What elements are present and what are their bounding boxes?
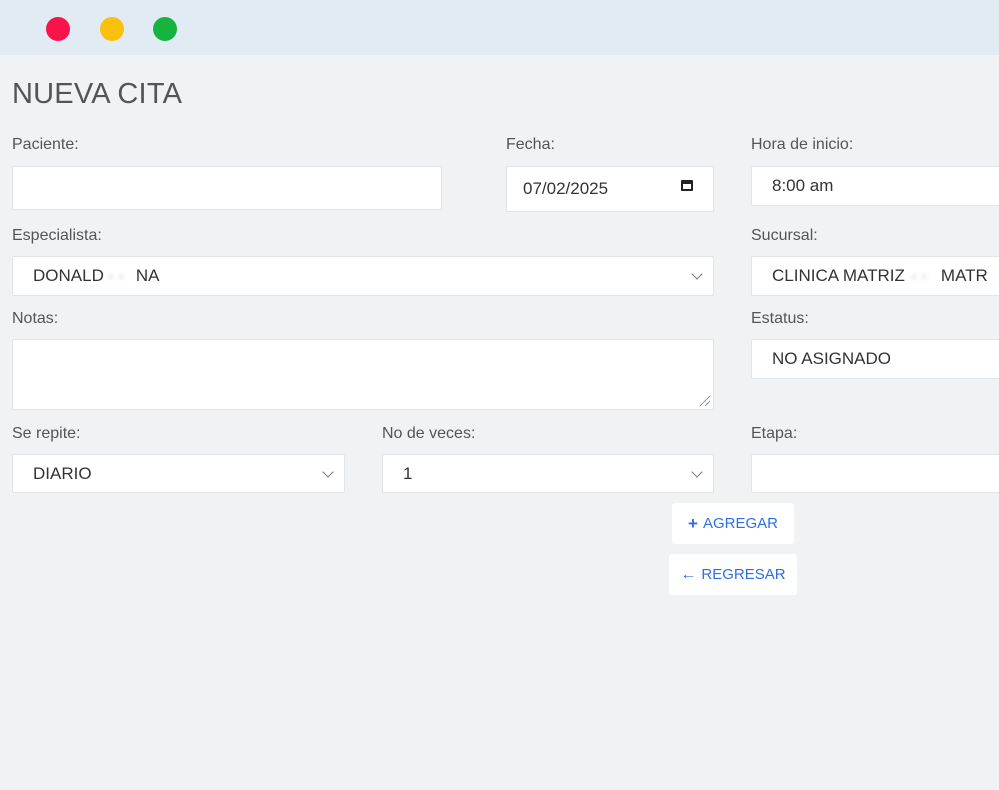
page-title: NUEVA CITA (12, 78, 183, 110)
minimize-window-button[interactable] (100, 17, 124, 41)
calendar-icon[interactable] (681, 180, 693, 191)
agregar-button[interactable]: + AGREGAR (672, 503, 794, 544)
fecha-date-input[interactable]: 07/02/2025 (506, 166, 714, 212)
sucursal-value: CLINICA MATRIZ · · MATR (772, 266, 988, 285)
paciente-input[interactable] (12, 166, 442, 210)
notas-label: Notas: (12, 310, 59, 327)
especialista-label: Especialista: (12, 227, 102, 244)
se-repite-select[interactable]: DIARIO (12, 454, 345, 493)
fecha-value: 07/02/2025 (523, 179, 609, 198)
hora-inicio-select[interactable]: 8:00 am (751, 166, 999, 206)
estatus-value: NO ASIGNADO (772, 349, 892, 368)
agregar-label: AGREGAR (702, 515, 778, 532)
fecha-label: Fecha: (506, 136, 555, 153)
regresar-label: REGRESAR (701, 566, 786, 583)
sucursal-select[interactable]: CLINICA MATRIZ · · MATR (751, 256, 999, 296)
especialista-select[interactable]: DONALD · · NA (12, 256, 714, 296)
plus-icon: + (688, 514, 698, 533)
estatus-select[interactable]: NO ASIGNADO (751, 339, 999, 379)
regresar-button[interactable]: ← REGRESAR (669, 554, 797, 595)
etapa-input[interactable] (751, 454, 999, 493)
especialista-value: DONALD · · NA (33, 266, 160, 285)
arrow-left-icon: ← (680, 565, 697, 583)
chevron-down-icon (322, 465, 334, 478)
maximize-window-button[interactable] (153, 17, 177, 41)
hora-inicio-label: Hora de inicio: (751, 136, 854, 153)
chevron-down-icon (691, 268, 703, 280)
notas-textarea[interactable] (12, 339, 714, 410)
resize-handle-icon[interactable] (700, 396, 710, 406)
no-veces-select[interactable]: 1 (382, 454, 714, 493)
estatus-label: Estatus: (751, 310, 809, 327)
se-repite-label: Se repite: (12, 425, 81, 442)
paciente-label: Paciente: (12, 136, 79, 153)
etapa-label: Etapa: (751, 425, 798, 442)
no-veces-value: 1 (403, 463, 413, 483)
se-repite-value: DIARIO (33, 463, 92, 483)
chevron-down-icon (691, 465, 703, 478)
sucursal-label: Sucursal: (751, 227, 818, 244)
hora-inicio-value: 8:00 am (772, 176, 834, 195)
window-titlebar (0, 0, 999, 55)
no-veces-label: No de veces: (382, 425, 476, 442)
close-window-button[interactable] (46, 17, 70, 41)
